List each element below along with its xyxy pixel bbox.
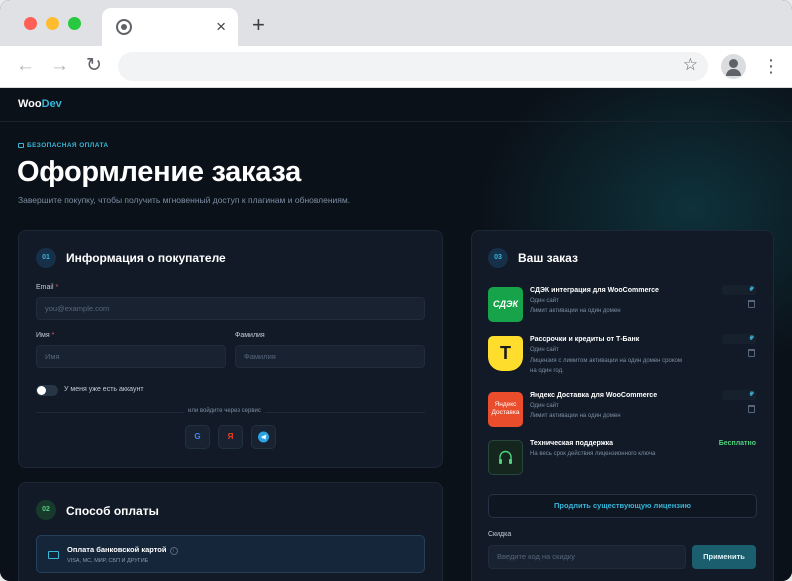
first-name-label: Имя * [36, 332, 55, 339]
step-number: 02 [36, 500, 56, 520]
site-header: WooDev [0, 88, 792, 122]
cdek-logo: СДЭК [488, 287, 523, 322]
item-name: Техническая поддержка [530, 440, 614, 447]
tab-strip: × + [0, 0, 792, 46]
new-tab-button[interactable]: + [252, 14, 265, 36]
last-name-input[interactable]: Фамилия [235, 345, 425, 368]
reload-icon[interactable]: ↻ [86, 54, 102, 78]
credit-card-icon [48, 551, 59, 559]
trash-icon[interactable] [748, 405, 755, 413]
chrome-icon [116, 19, 132, 35]
email-label: Email * [36, 284, 59, 291]
step-number: 03 [488, 248, 508, 268]
account-toggle[interactable] [36, 385, 58, 396]
logo-text-dev: Dev [41, 98, 62, 110]
email-input[interactable]: you@example.com [36, 297, 425, 320]
item-price-free: Бесплатно [718, 440, 756, 447]
support-logo [488, 440, 523, 475]
trash-icon[interactable] [748, 349, 755, 357]
google-icon: G [194, 432, 201, 441]
telegram-icon [258, 431, 269, 443]
window-controls [24, 17, 81, 30]
item-license-term: на один год. [530, 368, 564, 374]
discount-code-input[interactable]: Введите код на скидку [488, 545, 686, 569]
site-logo[interactable]: WooDev [18, 98, 62, 110]
address-bar[interactable]: ☆ [118, 52, 708, 81]
card-payment-option[interactable]: Оплата банковской картой i VISA, MC, МИР,… [36, 535, 425, 573]
item-price: ₽ [722, 285, 756, 295]
item-license: На весь срок действия лицензионного ключ… [530, 451, 656, 457]
back-icon[interactable]: ← [16, 54, 35, 78]
order-summary-title: Ваш заказ [518, 251, 578, 265]
forward-icon[interactable]: → [50, 54, 69, 78]
item-price: ₽ [722, 390, 756, 400]
google-login-button[interactable]: G [185, 425, 210, 449]
yandex-delivery-logo: Яндекс Доставка [488, 392, 523, 427]
yandex-login-button[interactable]: Я [218, 425, 243, 449]
apply-discount-button[interactable]: Применить [692, 545, 756, 569]
logo-text-woo: Woo [18, 98, 42, 110]
payment-method-title: Способ оплаты [66, 504, 159, 518]
bookmark-star-icon[interactable]: ☆ [683, 55, 698, 75]
browser-toolbar: ← → ↻ ☆ ⋮ [0, 46, 792, 88]
step-number: 01 [36, 248, 56, 268]
secure-payment-label: БЕЗОПАСНАЯ ОПЛАТА [18, 142, 109, 149]
trash-icon[interactable] [748, 300, 755, 308]
item-plan: Один сайт [530, 347, 559, 353]
account-toggle-label: У меня уже есть аккаунт [64, 386, 144, 393]
page-subtitle: Завершите покупку, чтобы получить мгнове… [18, 195, 351, 205]
customer-info-title: Информация о покупателе [66, 251, 226, 265]
card-payment-title: Оплата банковской картой i [67, 545, 178, 555]
info-icon[interactable]: i [169, 547, 178, 555]
last-name-label: Фамилия [235, 332, 265, 339]
close-tab-icon[interactable]: × [216, 17, 226, 37]
item-license: Лимит активации на один домен [530, 413, 621, 419]
page-title: Оформление заказа [17, 156, 301, 188]
or-service-label: или войдите через сервис [184, 408, 265, 414]
item-price: ₽ [722, 334, 756, 344]
renew-license-button[interactable]: Продлить существующую лицензию [488, 494, 757, 518]
profile-avatar-icon[interactable] [721, 54, 746, 79]
discount-label: Скидка [488, 531, 512, 538]
telegram-login-button[interactable] [251, 425, 276, 449]
first-name-input[interactable]: Имя [36, 345, 226, 368]
item-license: Лимит активации на один домен [530, 308, 621, 314]
item-name: Яндекс Доставка для WooCommerce [530, 392, 658, 399]
item-name: Рассрочки и кредиты от Т-Банк [530, 336, 640, 343]
lock-icon [18, 143, 24, 148]
browser-menu-icon[interactable]: ⋮ [762, 55, 780, 77]
browser-tab[interactable]: × [102, 8, 238, 46]
item-license: Лицензия с лимитом активации на один дом… [530, 358, 682, 364]
tbank-logo: Т [488, 336, 523, 371]
minimize-window-button[interactable] [46, 17, 59, 30]
card-payment-subtitle: VISA, MC, МИР, СБП И ДРУГИЕ [67, 558, 149, 564]
close-window-button[interactable] [24, 17, 37, 30]
maximize-window-button[interactable] [68, 17, 81, 30]
browser-window: × + ← → ↻ ☆ ⋮ WooDev БЕЗОПАСНАЯ ОПЛАТА О… [0, 0, 792, 581]
yandex-icon: Я [227, 432, 234, 441]
item-plan: Один сайт [530, 298, 559, 304]
headphones-icon [499, 450, 512, 464]
item-name: СДЭК интеграция для WooCommerce [530, 287, 659, 294]
item-plan: Один сайт [530, 403, 559, 409]
